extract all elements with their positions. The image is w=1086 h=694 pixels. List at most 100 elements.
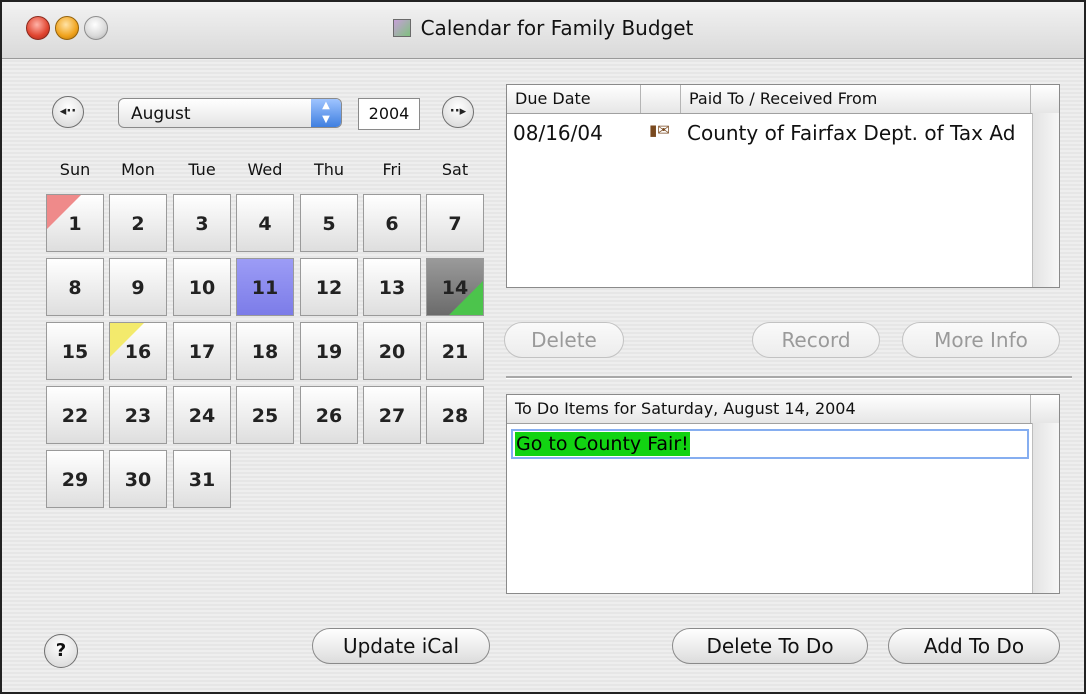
payee-cell: County of Fairfax Dept. of Tax Ad [687, 121, 1016, 145]
day-number: 31 [188, 469, 216, 491]
month-popup-value: August [131, 104, 191, 124]
day-cell[interactable]: 29 [46, 450, 104, 508]
day-cell[interactable]: 18 [236, 322, 294, 380]
record-button[interactable]: Record [752, 322, 880, 358]
day-number: 19 [315, 341, 343, 363]
more-info-button[interactable]: More Info [902, 322, 1060, 358]
todo-scrollbar[interactable] [1032, 423, 1059, 593]
year-field[interactable]: 2004 [358, 98, 420, 130]
day-cell[interactable]: 23 [109, 386, 167, 444]
day-number: 29 [61, 469, 89, 491]
day-number: 21 [441, 341, 469, 363]
back-arrow-icon: ◂·· [59, 104, 77, 119]
app-window: Calendar for Family Budget ◂·· August ▲ ▼… [0, 0, 1086, 694]
weekday-label: Wed [247, 160, 283, 179]
day-number: 2 [131, 213, 145, 235]
help-button[interactable]: ? [44, 634, 78, 668]
day-number: 15 [61, 341, 89, 363]
day-cell[interactable]: 31 [173, 450, 231, 508]
delete-bill-button[interactable]: Delete [504, 322, 624, 358]
day-cell[interactable]: 1 [46, 194, 104, 252]
month-popup[interactable]: August ▲ ▼ [118, 98, 342, 128]
day-number: 11 [251, 277, 279, 299]
todo-table-header: To Do Items for Saturday, August 14, 200… [507, 395, 1059, 424]
day-cell[interactable]: 25 [236, 386, 294, 444]
day-cell[interactable]: 21 [426, 322, 484, 380]
day-cell[interactable]: 30 [109, 450, 167, 508]
day-number: 18 [251, 341, 279, 363]
day-cell[interactable]: 11 [236, 258, 294, 316]
todo-table: To Do Items for Saturday, August 14, 200… [506, 394, 1060, 594]
day-cell[interactable]: 2 [109, 194, 167, 252]
day-number: 12 [315, 277, 343, 299]
day-number: 3 [195, 213, 209, 235]
day-number: 7 [448, 213, 462, 235]
budget-app-icon [392, 19, 411, 37]
divider [506, 376, 1072, 379]
todo-item-editor[interactable]: Go to County Fair! [511, 429, 1029, 459]
day-cell[interactable]: 28 [426, 386, 484, 444]
title-bar: Calendar for Family Budget [2, 2, 1084, 59]
weekday-label: Fri [382, 160, 402, 179]
column-header-type[interactable] [641, 85, 681, 113]
day-number: 20 [378, 341, 406, 363]
day-cell[interactable]: 7 [426, 194, 484, 252]
weekday-label: Sat [441, 160, 469, 179]
bills-scrollbar[interactable] [1032, 113, 1059, 287]
day-cell[interactable]: 22 [46, 386, 104, 444]
day-number: 17 [188, 341, 216, 363]
todo-header[interactable]: To Do Items for Saturday, August 14, 200… [507, 395, 1031, 423]
delete-todo-button[interactable]: Delete To Do [672, 628, 868, 664]
column-header-paid-to[interactable]: Paid To / Received From [681, 85, 1031, 113]
previous-month-button[interactable]: ◂·· [52, 96, 84, 128]
weekday-label: Tue [188, 160, 216, 179]
day-number: 27 [378, 405, 406, 427]
popup-arrows-icon: ▲ ▼ [311, 99, 341, 127]
day-cell[interactable]: 3 [173, 194, 231, 252]
day-number: 26 [315, 405, 343, 427]
day-number: 23 [124, 405, 152, 427]
weekday-label: Thu [313, 160, 345, 179]
day-cell[interactable]: 12 [300, 258, 358, 316]
day-number: 24 [188, 405, 216, 427]
weekday-label: Sun [59, 160, 91, 179]
day-number: 28 [441, 405, 469, 427]
day-cell[interactable]: 19 [300, 322, 358, 380]
day-cell[interactable]: 9 [109, 258, 167, 316]
day-cell[interactable]: 4 [236, 194, 294, 252]
day-cell[interactable]: 6 [363, 194, 421, 252]
update-ical-button[interactable]: Update iCal [312, 628, 490, 664]
day-cell[interactable]: 10 [173, 258, 231, 316]
day-number: 9 [131, 277, 145, 299]
column-header-due-date[interactable]: Due Date [507, 85, 641, 113]
day-cell[interactable]: 26 [300, 386, 358, 444]
day-number: 22 [61, 405, 89, 427]
todo-list: Go to County Fair! [507, 423, 1033, 593]
day-cell[interactable]: 15 [46, 322, 104, 380]
day-number: 8 [68, 277, 82, 299]
day-cell[interactable]: 5 [300, 194, 358, 252]
day-number: 14 [441, 277, 469, 299]
day-cell[interactable]: 14 [426, 258, 484, 316]
day-cell[interactable]: 27 [363, 386, 421, 444]
day-cell[interactable]: 13 [363, 258, 421, 316]
day-cell[interactable]: 24 [173, 386, 231, 444]
bills-table-header: Due Date Paid To / Received From [507, 85, 1059, 114]
day-number: 5 [322, 213, 336, 235]
day-number: 25 [251, 405, 279, 427]
add-todo-button[interactable]: Add To Do [888, 628, 1060, 664]
day-cell[interactable]: 17 [173, 322, 231, 380]
payment-icon: ▮✉ [649, 121, 670, 139]
next-month-button[interactable]: ··▸ [442, 96, 474, 128]
day-cell[interactable]: 20 [363, 322, 421, 380]
day-cell[interactable]: 8 [46, 258, 104, 316]
day-number: 13 [378, 277, 406, 299]
day-number: 1 [68, 213, 82, 235]
day-number: 30 [124, 469, 152, 491]
window-title: Calendar for Family Budget [2, 16, 1084, 40]
day-number: 16 [124, 341, 152, 363]
day-cell[interactable]: 16 [109, 322, 167, 380]
day-number: 10 [188, 277, 216, 299]
window-title-text: Calendar for Family Budget [420, 16, 694, 40]
due-date-cell: 08/16/04 [513, 121, 603, 145]
